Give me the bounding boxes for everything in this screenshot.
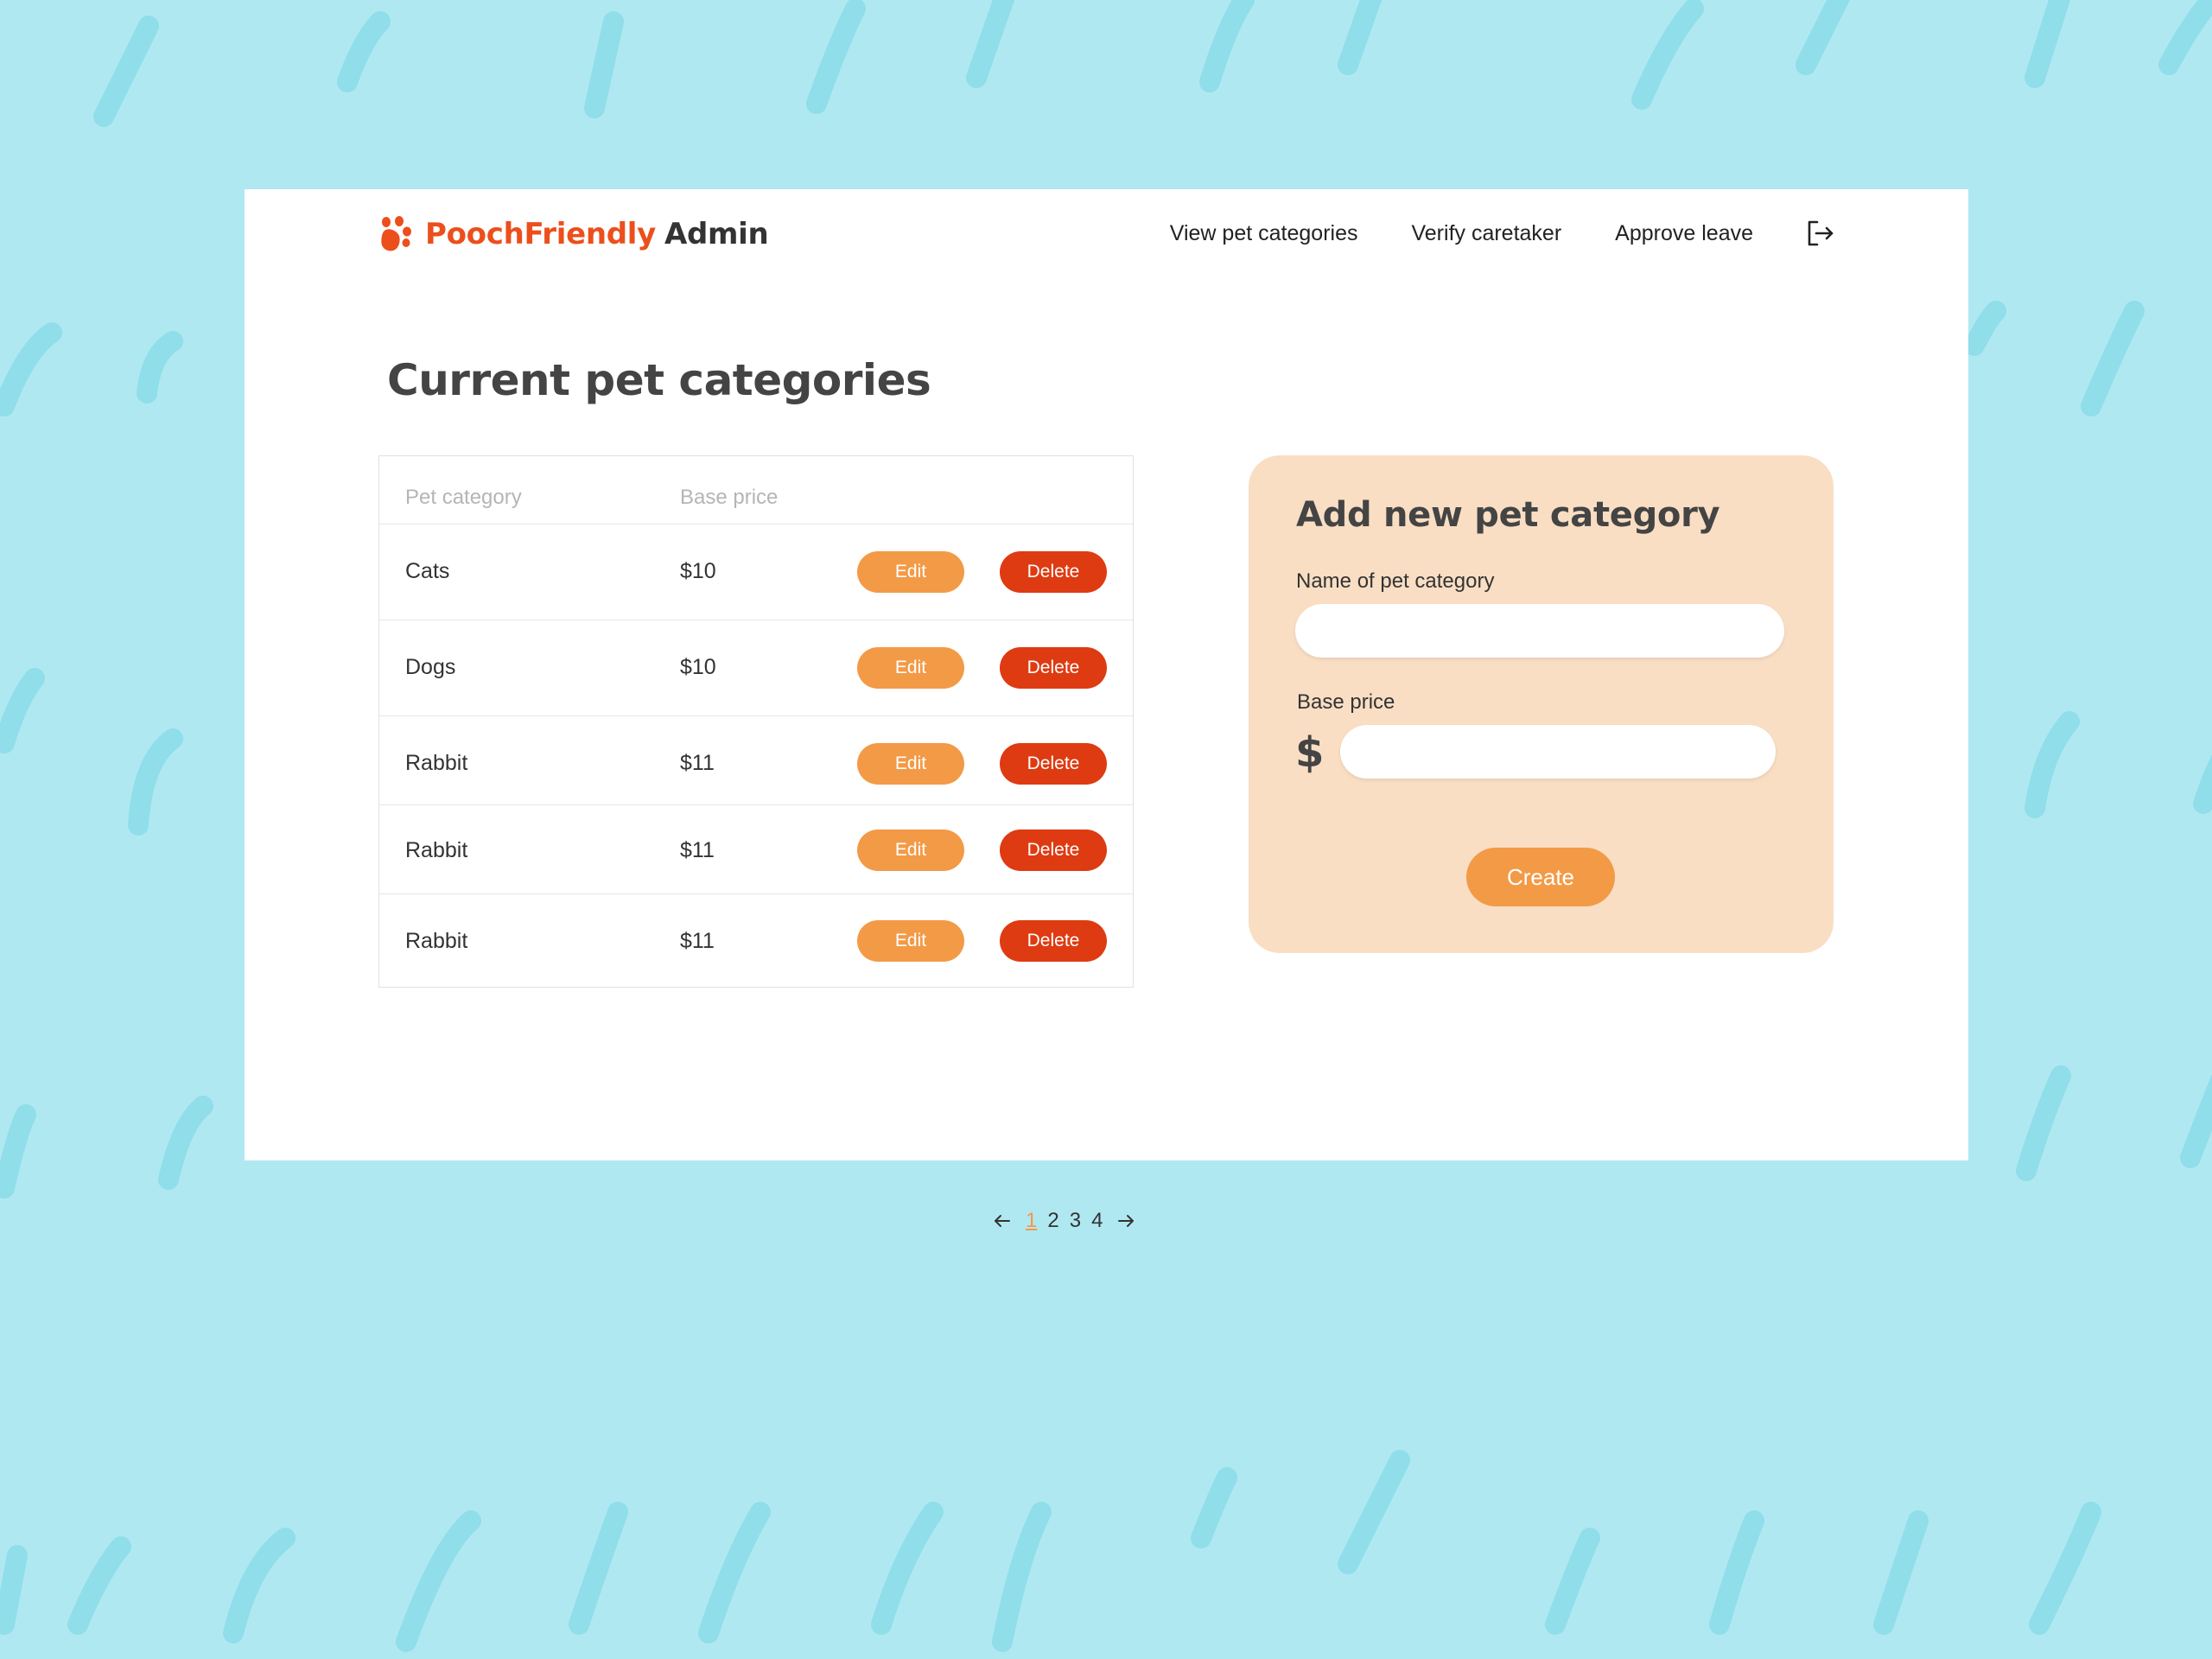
table-row: Rabbit $11 Edit Delete (379, 716, 1133, 805)
row-price: $11 (680, 838, 715, 862)
category-name-input[interactable] (1295, 604, 1784, 658)
edit-button[interactable]: Edit (857, 920, 964, 962)
page-title: Current pet categories (387, 355, 931, 405)
nav-view-pet-categories[interactable]: View pet categories (1170, 221, 1358, 246)
edit-button[interactable]: Edit (857, 743, 964, 785)
table-header: Pet category Base price (379, 456, 1133, 524)
header-pet-category: Pet category (405, 486, 522, 509)
edit-button[interactable]: Edit (857, 647, 964, 689)
arrow-right-icon[interactable] (1116, 1211, 1135, 1230)
row-price: $10 (680, 559, 716, 583)
table-row: Dogs $10 Edit Delete (379, 620, 1133, 716)
table-row: Cats $10 Edit Delete (379, 524, 1133, 620)
pet-category-table: Pet category Base price Cats $10 Edit De… (378, 455, 1134, 988)
header-base-price: Base price (680, 486, 779, 509)
page-link-2[interactable]: 2 (1047, 1209, 1058, 1233)
page-link-1[interactable]: 1 (1026, 1209, 1037, 1233)
delete-button[interactable]: Delete (1000, 920, 1107, 962)
table-row: Rabbit $11 Edit Delete (379, 805, 1133, 894)
delete-button[interactable]: Delete (1000, 647, 1107, 689)
name-label: Name of pet category (1296, 569, 1495, 593)
brand-name: PoochFriendly (425, 217, 656, 251)
pagination: 1 2 3 4 (993, 1209, 1135, 1233)
add-category-card: Add new pet category Name of pet categor… (1249, 455, 1834, 953)
arrow-left-icon[interactable] (993, 1211, 1012, 1230)
delete-button[interactable]: Delete (1000, 551, 1107, 593)
brand-suffix: Admin (664, 217, 769, 251)
nav-verify-caretaker[interactable]: Verify caretaker (1411, 221, 1561, 246)
price-label: Base price (1297, 690, 1395, 714)
delete-button[interactable]: Delete (1000, 743, 1107, 785)
currency-symbol: $ (1295, 728, 1325, 777)
edit-button[interactable]: Edit (857, 551, 964, 593)
logout-icon[interactable] (1805, 219, 1834, 248)
row-category: Rabbit (405, 751, 468, 775)
row-category: Rabbit (405, 929, 468, 953)
paw-icon (381, 216, 411, 251)
top-nav: View pet categories Verify caretaker App… (1170, 219, 1834, 248)
row-price: $11 (680, 929, 715, 953)
brand-logo[interactable]: PoochFriendly Admin (378, 215, 769, 253)
row-price: $11 (680, 751, 715, 775)
form-title: Add new pet category (1296, 495, 1720, 535)
delete-button[interactable]: Delete (1000, 830, 1107, 871)
edit-button[interactable]: Edit (857, 830, 964, 871)
row-category: Rabbit (405, 838, 468, 862)
create-button[interactable]: Create (1466, 848, 1615, 906)
row-category: Cats (405, 559, 450, 583)
admin-panel: PoochFriendly Admin View pet categories … (245, 189, 1968, 1232)
table-row: Rabbit $11 Edit Delete (379, 894, 1133, 989)
page-link-4[interactable]: 4 (1091, 1209, 1103, 1233)
base-price-input[interactable] (1340, 725, 1776, 779)
nav-approve-leave[interactable]: Approve leave (1615, 221, 1753, 246)
row-price: $10 (680, 655, 716, 679)
page-link-3[interactable]: 3 (1070, 1209, 1081, 1233)
row-category: Dogs (405, 655, 456, 679)
